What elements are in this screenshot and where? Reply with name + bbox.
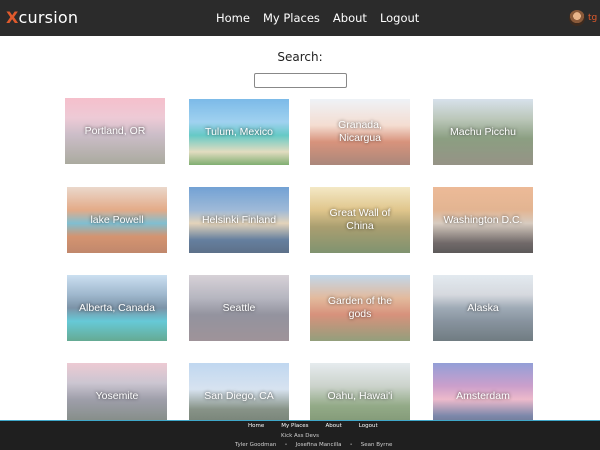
card-label: Machu Picchu bbox=[450, 125, 516, 138]
card-label: Alberta, Canada bbox=[79, 301, 155, 314]
card-label: Helsinki Finland bbox=[201, 213, 277, 226]
destination-card-lake-powell[interactable]: lake Powell bbox=[67, 187, 167, 253]
footer-credit-name: Tyler Goodman bbox=[235, 442, 277, 448]
card-label: lake Powell bbox=[90, 213, 144, 226]
destination-card-seattle[interactable]: Seattle bbox=[189, 275, 289, 341]
footer-separator: • bbox=[284, 442, 288, 448]
destination-card-portland[interactable]: Portland, OR bbox=[65, 98, 165, 164]
footer-team-name: Kick Ass Devs bbox=[280, 433, 320, 439]
footer-credit-name: Josefina Mancilla bbox=[295, 442, 342, 448]
card-label: Granada, Nicargua bbox=[338, 119, 382, 144]
destination-card-granada[interactable]: Granada, Nicargua bbox=[310, 99, 410, 165]
destination-card-machu-picchu[interactable]: Machu Picchu bbox=[433, 99, 533, 165]
card-label: Seattle bbox=[222, 301, 256, 314]
footer-link-about[interactable]: About bbox=[326, 423, 342, 429]
footer-link-home[interactable]: Home bbox=[248, 423, 264, 429]
footer-credits: Tyler Goodman • Josefina Mancilla • Sean… bbox=[235, 442, 392, 448]
destination-card-tulum[interactable]: Tulum, Mexico bbox=[189, 99, 289, 165]
footer-credit-name: Sean Byrne bbox=[360, 442, 393, 448]
footer-links: Home My Places About Logout bbox=[248, 423, 378, 429]
destination-card-helsinki[interactable]: Helsinki Finland bbox=[189, 187, 289, 253]
destination-card-great-wall[interactable]: Great Wall of China bbox=[310, 187, 410, 253]
destination-card-garden-of-the-gods[interactable]: Garden of the gods bbox=[310, 275, 410, 341]
footer-link-logout[interactable]: Logout bbox=[359, 423, 378, 429]
destination-card-alaska[interactable]: Alaska bbox=[433, 275, 533, 341]
card-label: Tulum, Mexico bbox=[205, 125, 273, 138]
footer-link-my-places[interactable]: My Places bbox=[281, 423, 308, 429]
footer: Home My Places About Logout Kick Ass Dev… bbox=[0, 420, 600, 450]
card-label: Washington D.C. bbox=[443, 213, 523, 226]
footer-separator: • bbox=[349, 442, 353, 448]
card-label: Garden of the gods bbox=[327, 295, 393, 320]
destination-card-alberta[interactable]: Alberta, Canada bbox=[67, 275, 167, 341]
card-label: Alaska bbox=[467, 301, 499, 314]
card-label: Portland, OR bbox=[84, 124, 146, 137]
destination-grid: Portland, OR Tulum, Mexico Granada, Nica… bbox=[0, 0, 600, 450]
destination-card-washington[interactable]: Washington D.C. bbox=[433, 187, 533, 253]
card-label: Great Wall of China bbox=[329, 207, 391, 232]
